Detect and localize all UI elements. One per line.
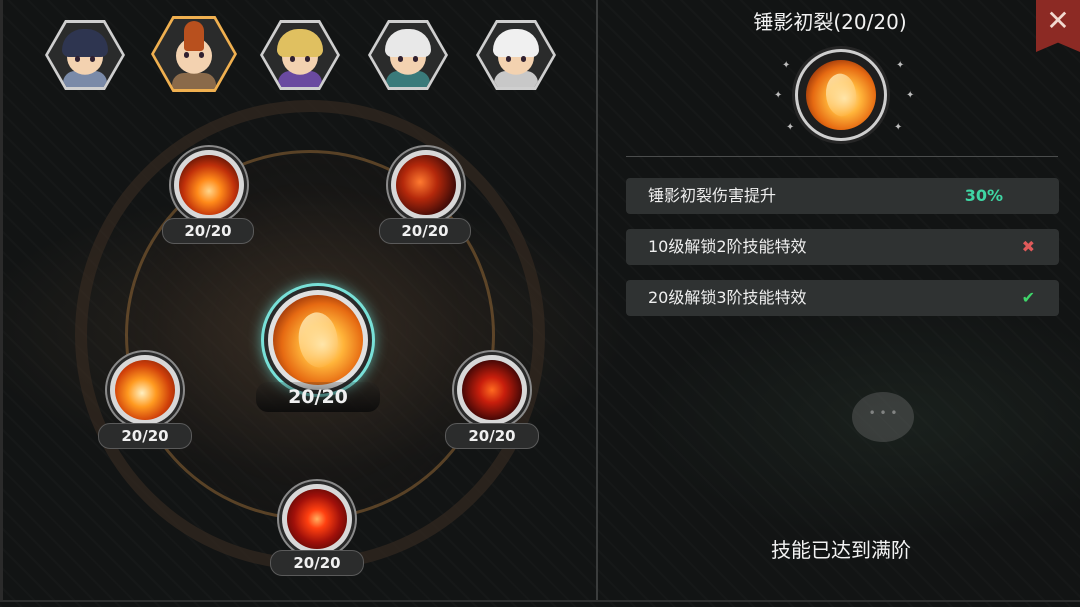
stat-label: 锤影初裂伤害提升 — [648, 186, 777, 205]
max-level-notice: 技能已达到满阶 — [771, 538, 911, 562]
skill-node-bottom[interactable] — [282, 484, 352, 554]
sparkle-icon: ✦ — [774, 90, 783, 101]
skill-node-level: 20/20 — [98, 423, 192, 449]
skill-detail-icon — [798, 52, 884, 138]
left-edge — [0, 0, 3, 600]
skill-node-level: 20/20 — [162, 218, 254, 244]
character-body — [172, 73, 216, 89]
skill-unlock-row: 20级解锁3阶技能特效 ✔ — [626, 280, 1059, 316]
check-icon: ✔ — [1021, 288, 1035, 307]
character-hair — [62, 29, 108, 57]
character-eyes — [75, 56, 95, 62]
stat-value: 30% — [964, 186, 1003, 205]
skill-node-level: 20/20 — [270, 550, 364, 576]
main-skill-level: 20/20 — [256, 382, 380, 412]
skill-stat-row: 锤影初裂伤害提升 30% — [626, 178, 1059, 214]
cross-icon: ✖ — [1021, 237, 1035, 256]
sparkle-icon: ✦ — [896, 60, 905, 71]
skill-detail-title: 锤影初裂(20/20) — [753, 10, 907, 34]
character-hair — [277, 29, 323, 57]
chat-icon[interactable] — [852, 392, 914, 442]
character-eyes — [506, 56, 526, 62]
character-hair — [385, 29, 431, 57]
close-icon: ✕ — [1046, 4, 1070, 37]
skill-node-level: 20/20 — [379, 218, 471, 244]
flame-hammer-icon — [273, 295, 363, 385]
unlock-label: 20级解锁3阶技能特效 — [648, 288, 807, 307]
skill-node-main[interactable] — [268, 290, 368, 390]
panel-divider — [596, 0, 598, 600]
fire-wave-icon — [115, 360, 175, 420]
skill-node-top-left[interactable] — [174, 150, 244, 220]
fire-strike-icon — [462, 360, 522, 420]
skill-node-middle-left[interactable] — [110, 355, 180, 425]
skill-unlock-row: 10级解锁2阶技能特效 ✖ — [626, 229, 1059, 265]
sparkle-icon: ✦ — [894, 122, 903, 133]
skill-node-middle-right[interactable] — [457, 355, 527, 425]
character-eyes — [290, 56, 310, 62]
flame-hammer-icon — [806, 60, 876, 130]
section-divider — [626, 156, 1058, 157]
character-hair — [493, 29, 539, 57]
sparkle-icon: ✦ — [782, 60, 791, 71]
unlock-label: 10级解锁2阶技能特效 — [648, 237, 807, 256]
character-hair — [184, 21, 204, 51]
sparkle-icon: ✦ — [786, 122, 795, 133]
fire-slash-icon — [396, 155, 456, 215]
character-eyes — [398, 56, 418, 62]
fire-explosion-icon — [287, 489, 347, 549]
sparkle-icon: ✦ — [906, 90, 915, 101]
skill-node-level: 20/20 — [445, 423, 539, 449]
skill-node-top-right[interactable] — [391, 150, 461, 220]
fire-burst-icon — [179, 155, 239, 215]
character-eyes — [184, 52, 204, 58]
